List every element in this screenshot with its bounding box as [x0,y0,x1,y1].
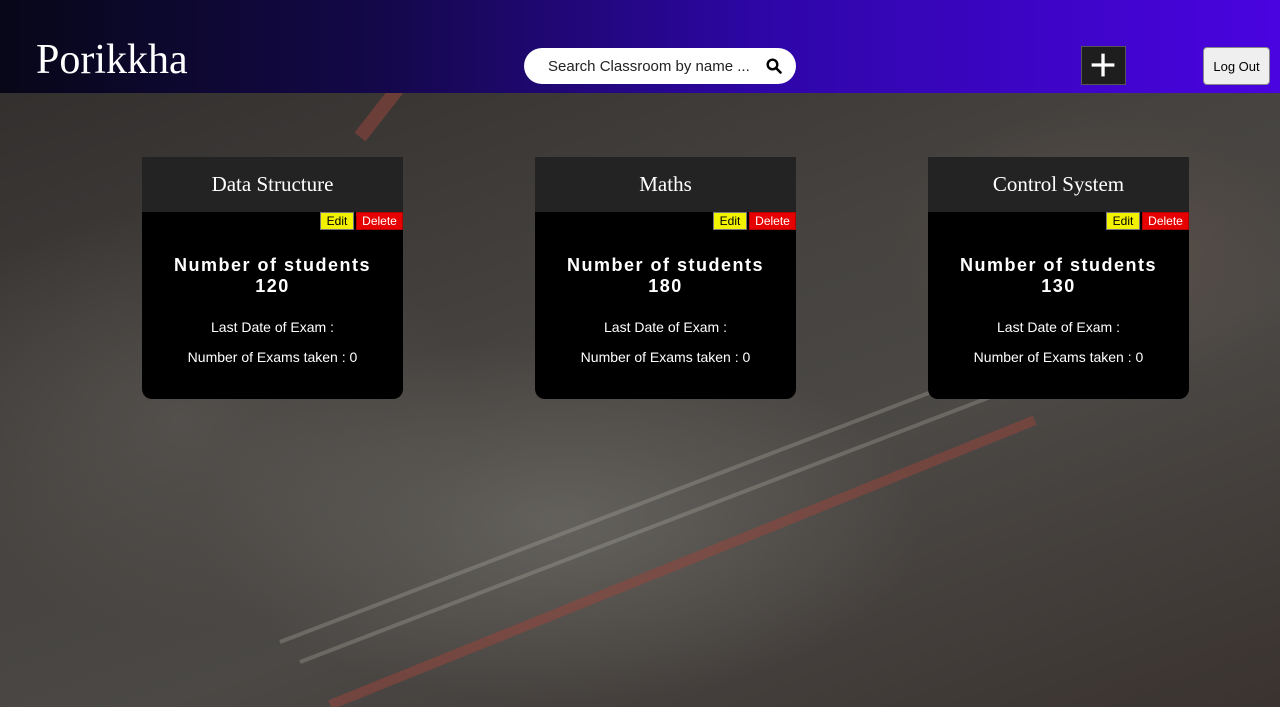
students-label: Number of students [566,255,764,275]
classroom-title: Data Structure [142,157,403,212]
students-info: Number of students 120 [142,255,403,297]
exams-taken: Number of Exams taken : 0 [580,349,751,365]
classroom-card[interactable]: Control System Edit Delete Number of stu… [928,157,1189,399]
students-count: 130 [1041,276,1076,296]
card-actions: Edit Delete [320,212,403,230]
edit-button[interactable]: Edit [1106,212,1140,230]
students-info: Number of students 180 [535,255,796,297]
app-header: Porikkha Log Out [0,0,1280,93]
last-exam-date: Last Date of Exam : [604,319,727,335]
classroom-card[interactable]: Data Structure Edit Delete Number of stu… [142,157,403,399]
students-info: Number of students 130 [928,255,1189,297]
book-edge-stripe [328,415,1037,707]
delete-button[interactable]: Delete [749,212,796,230]
search-box [524,48,796,84]
add-classroom-button[interactable] [1081,46,1126,85]
last-exam-date: Last Date of Exam : [211,319,334,335]
delete-button[interactable]: Delete [1142,212,1189,230]
classroom-title: Maths [535,157,796,212]
edit-button[interactable]: Edit [713,212,747,230]
plus-icon [1091,53,1115,77]
classroom-title: Control System [928,157,1189,212]
logout-button[interactable]: Log Out [1203,47,1270,85]
exams-taken: Number of Exams taken : 0 [187,349,358,365]
delete-button[interactable]: Delete [356,212,403,230]
last-exam-date: Last Date of Exam : [997,319,1120,335]
app-logo[interactable]: Porikkha [36,36,188,84]
page-edge [299,373,1048,664]
card-actions: Edit Delete [713,212,796,230]
students-label: Number of students [173,255,371,275]
students-label: Number of students [959,255,1157,275]
search-icon[interactable] [766,58,782,74]
card-actions: Edit Delete [1106,212,1189,230]
classroom-card[interactable]: Maths Edit Delete Number of students 180… [535,157,796,399]
students-count: 120 [255,276,290,296]
students-count: 180 [648,276,683,296]
edit-button[interactable]: Edit [320,212,354,230]
exams-taken: Number of Exams taken : 0 [973,349,1144,365]
search-input[interactable] [548,48,758,84]
